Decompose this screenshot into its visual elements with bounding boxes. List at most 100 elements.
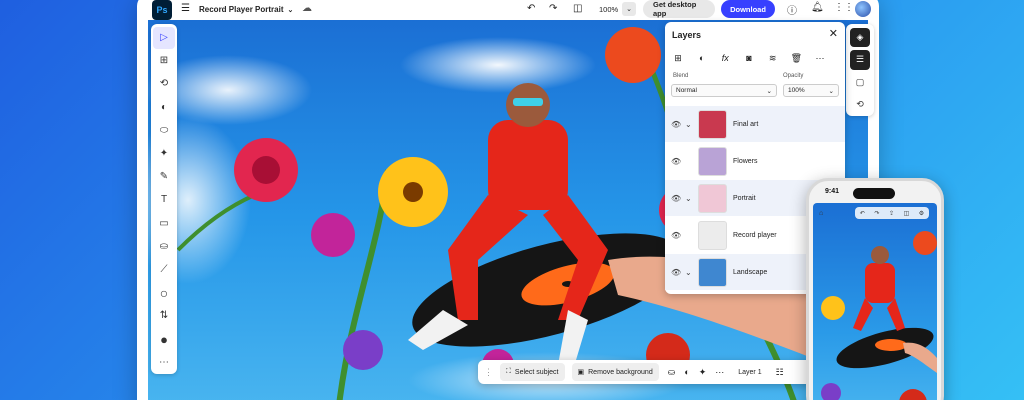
contextual-taskbar: ⋮ ⛶ Select subject ▣ Remove background ⛀… — [478, 360, 830, 384]
settings-sliders-icon[interactable]: ☷ — [776, 367, 784, 378]
dynamic-island — [853, 188, 895, 199]
opacity-value: 100% — [788, 87, 805, 94]
blend-label: Blend — [673, 73, 689, 79]
person-select-icon: ⛶ — [506, 368, 511, 375]
fill-icon[interactable]: ⛀ — [153, 235, 175, 257]
download-button[interactable]: Download — [721, 0, 775, 18]
eyedropper-icon[interactable]: ⟋ — [153, 258, 175, 280]
layer-thumbnail — [698, 220, 727, 250]
select-subject-button[interactable]: ⛶ Select subject — [500, 363, 565, 381]
history-icon[interactable]: ⟲ — [850, 95, 870, 115]
chevron-down-icon: ⌄ — [766, 87, 772, 95]
phone-canvas[interactable] — [813, 203, 937, 400]
layer-thumbnail — [698, 257, 727, 287]
magic-wand-icon[interactable]: ✦ — [153, 143, 175, 165]
artboard-tool-icon[interactable]: ⊞ — [153, 50, 175, 72]
top-app-bar: Ps ☰ Record Player Portrait ⌄ ☁ ↶ ↷ ◫ 10… — [137, 0, 879, 22]
layer-name: Record player — [733, 231, 777, 239]
stack-icon[interactable]: ≋ — [764, 50, 782, 66]
healing-icon[interactable]: ⬭ — [153, 119, 175, 141]
rectangle-tool-icon[interactable]: ▭ — [153, 212, 175, 234]
layers-panel-title: Layers — [672, 30, 702, 40]
drag-handle-icon[interactable]: ⋮ — [484, 367, 493, 378]
adjust-icon[interactable]: ◐ — [153, 96, 175, 118]
layer-name: Portrait — [733, 194, 756, 202]
chevron-down-icon[interactable]: ⌄ — [685, 268, 692, 277]
layer-name: Landscape — [733, 268, 768, 276]
layer-row[interactable]: 👁︎ Flowers — [665, 143, 845, 179]
redo-icon[interactable]: ↷ — [549, 3, 557, 14]
photoshop-logo: Ps — [152, 0, 172, 20]
home-icon[interactable]: ⌂ — [819, 210, 823, 217]
more-options-icon[interactable]: ⋯ — [715, 367, 724, 378]
phone-device: 9:41 ⌂ ↶ ↷ ⇪ ◫ ⚙ — [806, 178, 944, 400]
layers-panel-icon[interactable]: ◈ — [850, 27, 870, 47]
swap-colors-icon[interactable]: ⇅ — [153, 305, 175, 327]
adjust-icon[interactable]: ◐ — [684, 367, 689, 377]
comments-icon[interactable]: ▢ — [850, 73, 870, 93]
select-tool-icon[interactable]: ▷ — [153, 26, 175, 49]
document-title-dropdown[interactable]: Record Player Portrait ⌄ — [199, 5, 293, 14]
opacity-label: Opacity — [783, 73, 804, 79]
eye-visibility-icon[interactable]: 👁︎ — [671, 231, 681, 240]
phone-toolbar: ↶ ↷ ⇪ ◫ ⚙ — [855, 207, 929, 219]
close-icon[interactable]: ✕ — [829, 27, 838, 40]
apps-grid-icon[interactable]: ⋮⋮ — [834, 2, 854, 13]
eye-visibility-icon[interactable]: 👁︎ — [671, 120, 681, 129]
more-options-icon[interactable]: ⋯ — [811, 50, 829, 66]
select-subject-label: Select subject — [514, 368, 559, 376]
panel-switcher: ◈ ☰ ▢ ⟲ — [846, 24, 874, 116]
phone-artwork — [821, 231, 937, 400]
cloud-icon[interactable]: ☁ — [302, 3, 312, 14]
chevron-down-icon[interactable]: ⌄ — [685, 120, 692, 129]
undo-icon[interactable]: ↶ — [860, 210, 865, 217]
effects-fx-icon[interactable]: fx — [716, 50, 734, 66]
user-avatar[interactable] — [855, 1, 871, 17]
magic-wand-icon[interactable]: ✦ — [699, 367, 707, 378]
notifications-bell-icon[interactable]: 🔔︎ — [811, 2, 824, 13]
opacity-select[interactable]: 100% ⌄ — [783, 84, 839, 97]
brush-icon[interactable]: ✎ — [153, 166, 175, 188]
mask-icon[interactable]: ◙ — [740, 50, 758, 66]
eye-visibility-icon[interactable]: 👁︎ — [671, 268, 681, 277]
eye-visibility-icon[interactable]: 👁︎ — [671, 194, 681, 203]
chevron-down-icon[interactable]: ⌄ — [685, 194, 692, 203]
chevron-down-icon: ⌄ — [828, 87, 834, 95]
adjustment-layer-icon[interactable]: ◐ — [693, 50, 711, 66]
help-icon[interactable]: ⓘ — [787, 2, 797, 17]
get-desktop-app-button[interactable]: Get desktop app — [643, 0, 715, 18]
chevron-down-icon: ⌄ — [287, 6, 294, 14]
zoom-level[interactable]: 100% — [599, 5, 618, 14]
text-tool-icon[interactable]: T — [153, 189, 175, 211]
redo-icon[interactable]: ↷ — [874, 210, 879, 217]
add-layer-icon[interactable]: ⊞ — [669, 50, 687, 66]
eye-visibility-icon[interactable]: 👁︎ — [671, 157, 681, 166]
quick-select-icon[interactable]: ⟲ — [153, 73, 175, 95]
hamburger-menu-icon[interactable]: ☰ — [181, 3, 190, 14]
remove-background-label: Remove background — [588, 368, 653, 376]
layer-name: Final art — [733, 120, 759, 128]
phone-clock: 9:41 — [825, 188, 840, 195]
background-color-icon[interactable]: ● — [153, 328, 175, 350]
trash-icon[interactable]: 🗑︎ — [787, 50, 805, 66]
phone-top-bar: ⌂ ↶ ↷ ⇪ ◫ ⚙ — [813, 205, 937, 221]
layer-actions: ⊞ ◐ fx ◙ ≋ 🗑︎ ⋯ — [669, 50, 829, 66]
zoom-dropdown-chevron-icon[interactable]: ⌄ — [622, 2, 636, 16]
fill-icon[interactable]: ⛀ — [668, 367, 676, 378]
tools-toolbar: ▷ ⊞ ⟲ ◐ ⬭ ✦ ✎ T ▭ ⛀ ⟋ ○ ⇅ ● ⋯ — [151, 24, 177, 374]
compare-icon[interactable]: ◫ — [904, 210, 910, 217]
layer-thumbnail — [698, 146, 727, 176]
settings-icon[interactable]: ⚙ — [919, 210, 924, 217]
remove-background-button[interactable]: ▣ Remove background — [571, 363, 659, 381]
active-layer-name[interactable]: Layer 1 — [738, 369, 761, 376]
share-icon[interactable]: ⇪ — [889, 210, 894, 217]
foreground-color-icon[interactable]: ○ — [153, 282, 175, 304]
compare-icon[interactable]: ◫ — [573, 3, 582, 14]
undo-icon[interactable]: ↶ — [527, 3, 535, 14]
layer-name: Flowers — [733, 157, 758, 165]
properties-panel-icon[interactable]: ☰ — [850, 50, 870, 70]
layer-row[interactable]: 👁︎ ⌄ Final art — [665, 106, 845, 142]
document-title: Record Player Portrait — [199, 5, 284, 14]
more-tools-icon[interactable]: ⋯ — [153, 351, 175, 373]
blend-mode-select[interactable]: Normal ⌄ — [671, 84, 777, 97]
